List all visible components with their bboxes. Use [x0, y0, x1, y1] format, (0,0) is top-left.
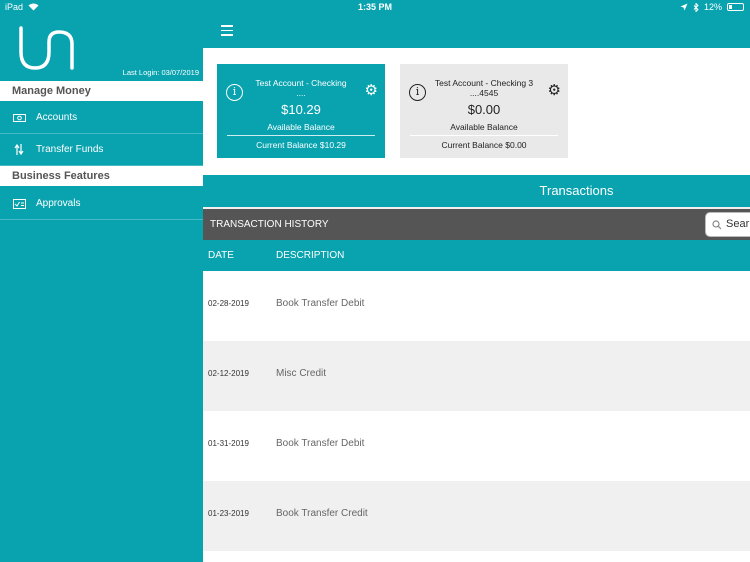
- account-number: ....4545: [469, 88, 499, 98]
- battery-percent: 12%: [703, 2, 722, 12]
- sidebar-item-label: Approvals: [36, 198, 81, 209]
- sidebar-item-label: Accounts: [36, 112, 78, 123]
- menu-icon[interactable]: [221, 25, 233, 36]
- column-description: DESCRIPTION: [276, 250, 345, 261]
- table-row[interactable]: 01-23-2019 Book Transfer Credit: [203, 481, 750, 551]
- status-time: 1:35 PM: [357, 2, 392, 12]
- account-card[interactable]: i ⚙ Test Account - Checking 3 ....4545 $…: [400, 64, 568, 158]
- table-row: [203, 551, 750, 562]
- available-balance: $0.00: [467, 102, 501, 117]
- account-name: Test Account - Checking: [255, 78, 347, 88]
- last-login: Last Login: 03/07/2019: [122, 68, 199, 77]
- current-balance: Current Balance $0.00: [441, 140, 527, 150]
- transfer-icon: [12, 143, 26, 156]
- transaction-history-label: TRANSACTION HISTORY: [210, 219, 329, 230]
- row-description: Book Transfer Credit: [276, 508, 368, 519]
- account-card[interactable]: i ⚙ Test Account - Checking .... $10.29 …: [217, 64, 385, 158]
- column-headers: DATE DESCRIPTION: [203, 240, 750, 271]
- info-icon[interactable]: i: [226, 84, 243, 101]
- available-balance: $10.29: [281, 102, 321, 117]
- accounts-icon: [12, 112, 26, 124]
- account-name: Test Account - Checking 3: [434, 78, 534, 88]
- row-date: 02-28-2019: [208, 299, 249, 308]
- current-balance: Current Balance $10.29: [256, 140, 346, 150]
- table-row[interactable]: 01-31-2019 Book Transfer Debit: [203, 411, 750, 481]
- card-divider: [227, 135, 375, 136]
- row-description: Misc Credit: [276, 368, 327, 379]
- battery-icon: [727, 3, 744, 11]
- table-row[interactable]: 02-28-2019 Book Transfer Debit: [203, 271, 750, 341]
- row-date: 02-12-2019: [208, 369, 249, 378]
- balance-label: Available Balance: [267, 122, 335, 132]
- balance-label: Available Balance: [450, 122, 518, 132]
- search-icon: [712, 219, 722, 229]
- location-icon: [680, 3, 688, 11]
- status-bar: iPad 1:35 PM 12%: [0, 0, 750, 16]
- row-date: 01-31-2019: [208, 439, 249, 448]
- sidebar-item-approvals[interactable]: Approvals: [0, 188, 203, 220]
- main-panel: i ⚙ Test Account - Checking .... $10.29 …: [203, 0, 750, 562]
- sidebar-item-accounts[interactable]: Accounts: [0, 102, 203, 134]
- table-row[interactable]: 02-12-2019 Misc Credit: [203, 341, 750, 411]
- gear-icon[interactable]: ⚙: [548, 83, 561, 98]
- gear-icon[interactable]: ⚙: [365, 83, 378, 98]
- sidebar-item-transfer-funds[interactable]: Transfer Funds: [0, 134, 203, 166]
- card-divider: [410, 135, 558, 136]
- sidebar-item-label: Transfer Funds: [36, 144, 104, 155]
- row-description: Book Transfer Debit: [276, 438, 365, 449]
- transactions-title: Transactions: [203, 175, 750, 207]
- column-date: DATE: [208, 250, 234, 261]
- bluetooth-icon: [693, 2, 699, 12]
- row-description: Book Transfer Debit: [276, 298, 365, 309]
- row-date: 01-23-2019: [208, 509, 249, 518]
- section-header-business-features: Business Features: [0, 166, 203, 186]
- search-input[interactable]: Sear: [705, 212, 750, 237]
- section-header-manage-money: Manage Money: [0, 81, 203, 101]
- search-placeholder: Sear: [726, 218, 750, 230]
- transaction-history-bar: TRANSACTION HISTORY Sear: [203, 209, 750, 240]
- info-icon[interactable]: i: [409, 84, 426, 101]
- sidebar: Last Login: 03/07/2019 Manage Money Acco…: [0, 0, 203, 562]
- approvals-icon: [12, 198, 26, 210]
- account-cards: i ⚙ Test Account - Checking .... $10.29 …: [203, 48, 750, 175]
- logo-icon: [19, 26, 74, 70]
- account-number: ....: [296, 88, 306, 98]
